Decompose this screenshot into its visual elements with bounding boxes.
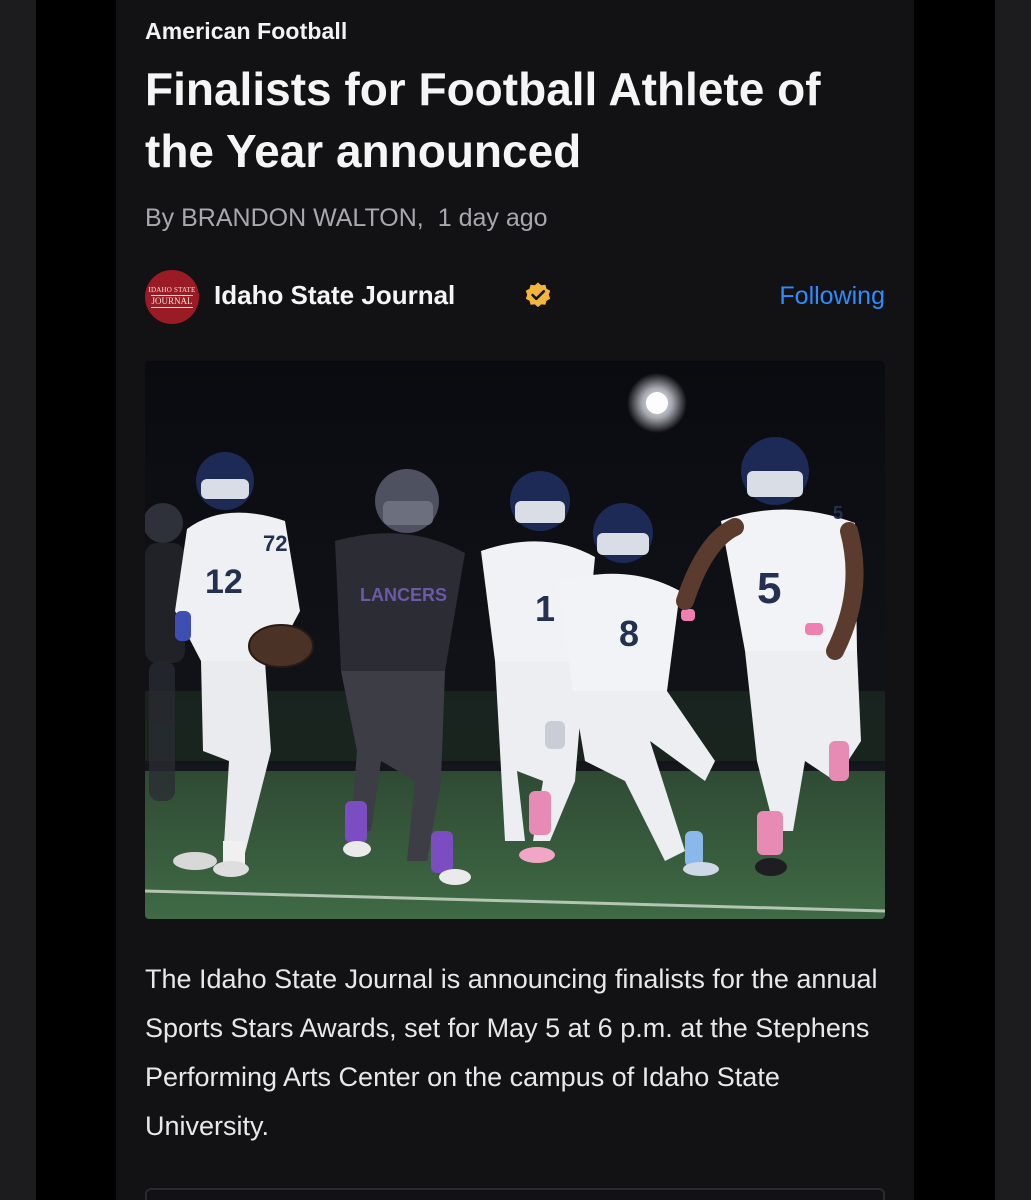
article-headline: Finalists for Football Athlete of the Ye… <box>145 63 821 177</box>
source-name[interactable]: Idaho State Journal <box>214 280 455 311</box>
byline-time: 1 day ago <box>437 204 548 232</box>
article-card: American Football Finalists for Football… <box>116 0 914 1200</box>
byline-author: By BRANDON WALTON, <box>145 204 424 232</box>
svg-text:12: 12 <box>205 563 243 601</box>
logo-line-1: IDAHO STATE <box>148 285 196 294</box>
svg-text:72: 72 <box>263 531 287 556</box>
left-gutter <box>36 0 116 1200</box>
article-body: The Idaho State Journal is announcing fi… <box>145 964 878 1141</box>
right-edge <box>995 0 1031 1200</box>
screen: American Football Finalists for Football… <box>0 0 1031 1200</box>
verified-badge-icon <box>525 282 551 308</box>
source-row: IDAHO STATE JOURNAL Idaho State Journal … <box>145 268 885 326</box>
logo-line-2: JOURNAL <box>151 294 193 308</box>
article-category[interactable]: American Football <box>145 18 347 45</box>
right-gutter <box>914 0 995 1200</box>
svg-text:LANCERS: LANCERS <box>360 585 447 605</box>
left-edge <box>0 0 36 1200</box>
article-byline: By BRANDON WALTON, 1 day ago <box>145 204 548 233</box>
svg-text:8: 8 <box>619 613 639 654</box>
svg-text:1: 1 <box>535 588 555 629</box>
svg-text:5: 5 <box>833 503 843 523</box>
source-logo[interactable]: IDAHO STATE JOURNAL <box>145 270 199 324</box>
following-button[interactable]: Following <box>779 282 885 311</box>
football-game-photo: 72 12 LANCERS 1 8 5 5 <box>145 361 885 919</box>
svg-text:5: 5 <box>757 564 781 613</box>
article-photo[interactable]: 72 12 LANCERS 1 8 5 5 <box>145 361 885 919</box>
next-card-edge <box>145 1188 885 1200</box>
